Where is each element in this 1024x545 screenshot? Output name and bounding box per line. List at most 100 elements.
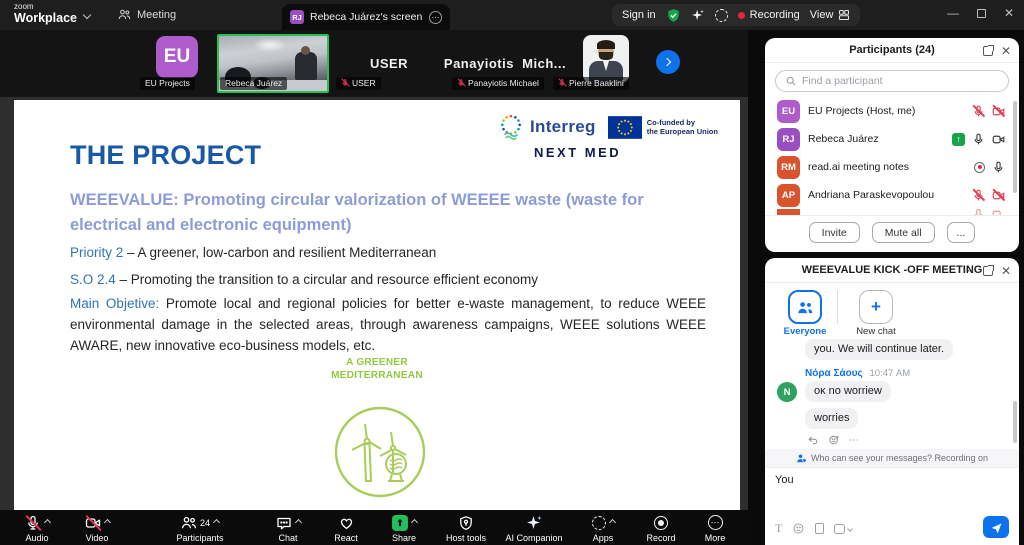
muted-mic-icon — [341, 78, 350, 88]
audio-button[interactable]: Audio — [8, 510, 66, 545]
privacy-person-icon — [797, 454, 807, 463]
view-button[interactable]: View — [810, 9, 851, 21]
apps-options-chevron[interactable] — [608, 518, 616, 527]
audio-options-chevron[interactable] — [43, 518, 51, 527]
chat-privacy-notice[interactable]: Who can see your messages? Recording on — [765, 449, 1019, 467]
participants-button[interactable]: 24 Participants — [152, 510, 248, 545]
video-filmstrip: EU EU Projects Rebeca Juárez USER USER P… — [0, 30, 748, 97]
chat-title: WEEEVALUE KICK -OFF MEETING — [801, 264, 983, 276]
video-tile-panayiotis[interactable]: Panayiotis Mich... Panayiotis Michael — [444, 34, 566, 93]
chat-message[interactable]: worries — [805, 408, 859, 429]
popout-icon[interactable] — [982, 44, 994, 56]
avatar: RM — [777, 155, 800, 179]
host-tools-button[interactable]: Host tools — [436, 510, 496, 545]
chat-compose-area[interactable]: You T — [765, 467, 1019, 545]
screenshot-group[interactable] — [834, 523, 854, 534]
participant-search[interactable] — [775, 70, 1009, 92]
record-icon — [654, 515, 668, 530]
slide-so-line: S.O 2.4 – Promoting the transition to a … — [70, 272, 538, 287]
close-icon[interactable]: ✕ — [1001, 44, 1011, 58]
participants-options-chevron[interactable] — [212, 518, 221, 527]
camera-muted-icon — [84, 514, 102, 531]
participant-row[interactable]: EU EU Projects (Host, me) — [765, 97, 1019, 125]
share-options-chevron[interactable] — [410, 518, 418, 527]
tab-meeting[interactable]: Meeting — [118, 8, 176, 21]
everyone-icon — [788, 290, 822, 324]
scrollbar[interactable] — [1013, 101, 1017, 193]
reply-icon[interactable] — [807, 434, 819, 446]
participant-row[interactable]: RJ Rebeca Juárez ↑ — [765, 125, 1019, 153]
video-tile-eu-projects[interactable]: EU EU Projects — [140, 34, 214, 93]
maximize-icon[interactable] — [976, 8, 986, 18]
zoom-workplace-logo: zoom Workplace — [14, 3, 77, 25]
react-button[interactable]: React — [320, 510, 372, 545]
video-tile-rebeca[interactable]: Rebeca Juárez — [217, 34, 329, 93]
format-text-icon[interactable]: T — [775, 521, 782, 536]
message-more-icon[interactable]: ⋯ — [849, 435, 859, 446]
scrollbar[interactable] — [1013, 401, 1017, 443]
close-icon[interactable]: ✕ — [1001, 264, 1011, 278]
tab-options-icon[interactable]: ⋯ — [429, 10, 442, 24]
send-button[interactable] — [983, 516, 1009, 538]
slide-logos: Interreg Co-funded by the European Union … — [498, 114, 734, 160]
search-input[interactable] — [802, 75, 982, 87]
camera-off-icon — [992, 104, 1006, 118]
camera-off-icon — [992, 188, 1006, 202]
zoom-apps-icon[interactable] — [714, 8, 728, 22]
ai-companion-button[interactable]: AI Companion — [496, 510, 572, 545]
greener-mediterranean-label: A GREENER MEDITERRANEAN — [331, 357, 423, 381]
share-tab-label: Rebeca Juárez's screen — [310, 11, 423, 23]
security-shield-icon[interactable] — [666, 8, 681, 23]
wind-turbine-icon — [330, 402, 430, 507]
more-button[interactable]: ⋯ More — [688, 510, 742, 545]
camera-off-icon — [992, 209, 1005, 215]
tab-new-chat[interactable]: + New chat — [848, 290, 904, 337]
slide-objective: Main Objetive: Promote local and regiona… — [70, 296, 706, 353]
ai-companion-icon[interactable] — [691, 8, 705, 22]
chat-more-icon[interactable]: ⋯ — [963, 264, 975, 277]
apps-button[interactable]: Apps — [572, 510, 634, 545]
chat-button[interactable]: Chat — [256, 510, 320, 545]
side-panels-area: Participants (24) ✕ EU EU Projects (Host… — [748, 30, 1024, 545]
compose-text[interactable]: You — [775, 474, 794, 486]
chat-message[interactable]: you. We will continue later. — [805, 339, 954, 360]
chat-message[interactable]: οκ no worriew — [805, 381, 891, 402]
minimize-icon[interactable]: — — [947, 6, 959, 20]
tab-everyone[interactable]: Everyone — [777, 290, 833, 337]
recording-dot-icon — [737, 11, 745, 19]
participants-icon — [181, 516, 197, 528]
chat-messages: you. We will continue later. Νόρα Σάους … — [765, 337, 1019, 449]
share-button[interactable]: Share — [372, 510, 436, 545]
chevron-down-icon[interactable] — [82, 10, 92, 20]
participant-row[interactable]: RM read.ai meeting notes — [765, 153, 1019, 181]
next-participants-button[interactable] — [656, 50, 680, 74]
video-button[interactable]: Video — [66, 510, 128, 545]
mute-all-button[interactable]: Mute all — [871, 222, 935, 243]
sign-in-button[interactable]: Sign in — [622, 9, 656, 21]
emoji-reaction-icon[interactable] — [828, 434, 840, 446]
video-tile-pierre[interactable]: Pierre Baaklini — [550, 34, 662, 93]
more-options-button[interactable]: ... — [946, 222, 976, 243]
avatar: RJ — [777, 127, 800, 151]
topbar-controls: Sign in Recording View — [612, 4, 861, 26]
video-options-chevron[interactable] — [103, 518, 111, 527]
file-attach-icon[interactable] — [815, 523, 825, 534]
invite-button[interactable]: Invite — [808, 222, 860, 243]
participant-name-chip: Pierre Baaklini — [553, 77, 629, 90]
chevron-right-icon — [662, 57, 672, 67]
participant-row[interactable]: AP Andriana Paraskevopoulou — [765, 181, 1019, 209]
more-icon: ⋯ — [707, 515, 723, 530]
close-icon[interactable]: ✕ — [1004, 6, 1014, 20]
participant-row-partial[interactable] — [765, 209, 1019, 215]
shared-screen-stage: THE PROJECT WEEEVALUE: Promoting circula… — [0, 97, 748, 510]
tab-shared-screen[interactable]: RJ Rebeca Juárez's screen ⋯ — [282, 4, 450, 30]
participant-name-chip: USER — [336, 77, 381, 90]
popout-icon[interactable] — [982, 264, 994, 276]
emoji-icon[interactable] — [792, 522, 805, 535]
video-tile-user[interactable]: USER USER — [333, 34, 445, 93]
chat-options-chevron[interactable] — [294, 518, 302, 527]
chat-sender-row: Νόρα Σάους 10:47 AM — [805, 368, 911, 379]
mic-on-icon — [992, 161, 1005, 174]
record-button[interactable]: Record — [634, 510, 688, 545]
participants-count: 24 — [199, 517, 210, 528]
